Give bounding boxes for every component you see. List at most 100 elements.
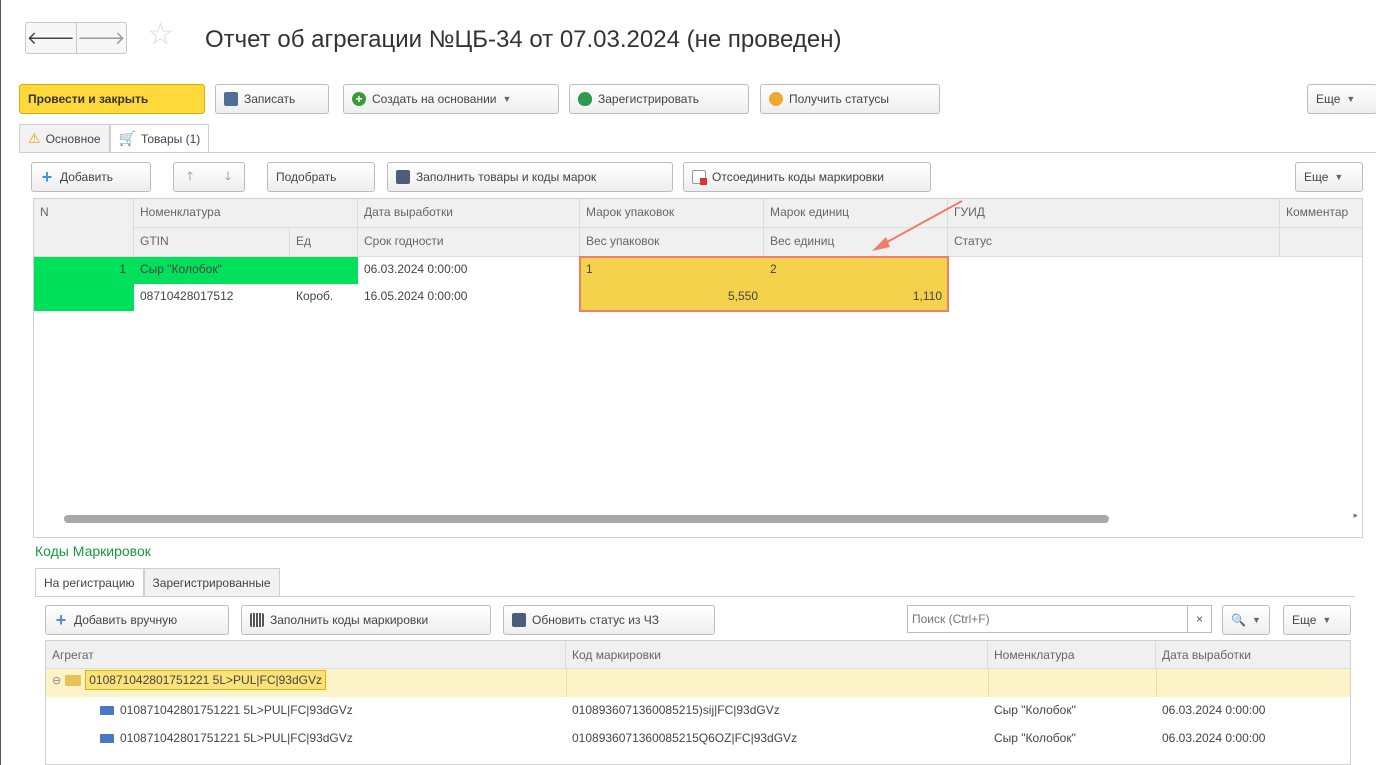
col-header-code[interactable]: Код маркировки	[566, 641, 988, 669]
arrow-down-icon[interactable]: 🡓	[225, 167, 231, 188]
col-header-status[interactable]: Статус	[948, 228, 1280, 257]
plus-icon: +	[41, 167, 53, 187]
cell-expiry[interactable]: 16.05.2024 0:00:00	[358, 284, 580, 311]
save-label: Записать	[244, 92, 296, 106]
add-manual-label: Добавить вручную	[74, 613, 178, 627]
col-header-nomenclature[interactable]: Номенклатура	[988, 641, 1156, 669]
col-header-gtin[interactable]: GTIN	[134, 228, 290, 257]
cell-date[interactable]: 06.03.2024 0:00:00	[1156, 697, 1350, 723]
cell-nomenclature[interactable]: Сыр "Колобок"	[988, 697, 1156, 723]
post-and-close-button[interactable]: Провести и закрыть	[19, 84, 205, 114]
col-header-pack-weight[interactable]: Вес упаковок	[580, 228, 764, 257]
select-button[interactable]: Подобрать	[267, 162, 375, 192]
col-header-prod-date[interactable]: Дата выработки	[1156, 641, 1350, 669]
group-aggregate-text: 010871042801751221 5L>PUL|FC|93dGVz	[85, 670, 326, 690]
plus-icon: +	[55, 610, 67, 630]
table-row[interactable]: 010871042801751221 5L>PUL|FC|93dGVz 0108…	[46, 725, 1350, 753]
scrollbar-thumb[interactable]	[64, 515, 1109, 523]
detach-codes-button[interactable]: Отсоединить коды маркировки	[683, 162, 931, 192]
update-status-button[interactable]: Обновить статус из ЧЗ	[503, 605, 715, 635]
divider	[1156, 669, 1157, 697]
tab-registered[interactable]: Зарегистрированные	[143, 568, 280, 596]
forward-arrow-icon[interactable]: 🡒	[75, 23, 127, 53]
back-arrow-icon[interactable]: 🡐	[26, 23, 76, 53]
add-row-button[interactable]: + Добавить	[31, 162, 151, 192]
cell-aggregate[interactable]: 010871042801751221 5L>PUL|FC|93dGVz	[94, 697, 566, 723]
cell-aggregate[interactable]: 010871042801751221 5L>PUL|FC|93dGVz	[94, 725, 566, 751]
refresh-status-icon	[769, 92, 783, 106]
fill-icon	[396, 170, 410, 184]
cell-gtin[interactable]: 08710428017512	[134, 284, 290, 311]
folder-icon	[65, 675, 82, 687]
search-button[interactable]: 🔍 ▼	[1222, 605, 1270, 635]
move-buttons: 🡑 🡓	[173, 162, 245, 192]
col-header-pack-marks[interactable]: Марок упаковок	[580, 199, 764, 228]
register-button[interactable]: Зарегистрировать	[569, 84, 749, 114]
qr-code-icon	[250, 613, 264, 627]
tab-goods-label: Товары (1)	[140, 131, 201, 146]
codes-tabs: На регистрацию Зарегистрированные	[35, 568, 280, 596]
col-header-n[interactable]: N	[34, 199, 134, 257]
get-statuses-button[interactable]: Получить статусы	[760, 84, 940, 114]
divider	[988, 669, 989, 697]
tab-goods[interactable]: 🛒 Товары (1)	[109, 124, 210, 152]
create-plus-icon: +	[352, 92, 366, 106]
col-header-guid[interactable]: ГУИД	[948, 199, 1280, 228]
detach-codes-label: Отсоединить коды маркировки	[712, 170, 885, 184]
col-header-comment[interactable]: Комментар	[1280, 199, 1362, 228]
register-shield-icon	[578, 92, 592, 106]
more-label: Еще	[1316, 92, 1341, 106]
save-button[interactable]: Записать	[215, 84, 329, 114]
detach-icon	[692, 170, 707, 185]
col-header-unit[interactable]: Ед	[290, 228, 358, 257]
scroll-right-icon[interactable]: ▸	[1353, 510, 1358, 521]
horizontal-scrollbar[interactable]	[44, 515, 1352, 523]
search-input[interactable]	[908, 606, 1187, 632]
section-title: Коды Маркировок	[35, 543, 151, 559]
get-statuses-label: Получить статусы	[789, 92, 889, 106]
cell-code[interactable]: 0108936071360085215Q6OZ|FC|93dGVz	[566, 725, 988, 751]
marking-code-icon	[100, 706, 114, 716]
cell-nomenclature[interactable]: Сыр "Колобок"	[988, 725, 1156, 751]
cell-prod-date[interactable]: 06.03.2024 0:00:00	[358, 257, 580, 284]
tab-main[interactable]: ⚠ Основное	[19, 124, 110, 152]
collapse-icon[interactable]: ⊖	[52, 675, 61, 687]
cell-date[interactable]: 06.03.2024 0:00:00	[1156, 725, 1350, 751]
annotation-arrow-icon	[872, 200, 963, 251]
chevron-down-icon: ▼	[1346, 94, 1356, 104]
marking-code-icon	[100, 734, 114, 744]
save-disk-icon	[224, 92, 238, 106]
fill-goods-codes-label: Заполнить товары и коды марок	[416, 170, 597, 184]
cell-nomenclature[interactable]: Сыр "Колобок"	[134, 257, 358, 284]
cell-aggregate-group[interactable]: ⊖ 010871042801751221 5L>PUL|FC|93dGVz	[46, 669, 566, 691]
arrow-up-icon[interactable]: 🡑	[187, 167, 193, 188]
more-button[interactable]: Еще ▼	[1307, 84, 1376, 114]
col-header-nomenclature[interactable]: Номенклатура	[134, 199, 358, 228]
fill-codes-button[interactable]: Заполнить коды маркировки	[241, 605, 491, 635]
cell-row-number[interactable]: 1	[34, 257, 134, 311]
add-manual-button[interactable]: + Добавить вручную	[45, 605, 229, 635]
cell-unit[interactable]: Короб.	[290, 284, 358, 311]
goods-more-button[interactable]: Еще ▼	[1295, 162, 1363, 192]
goods-table: N Номенклатура Дата выработки Марок упак…	[33, 198, 1363, 538]
col-header-aggregate[interactable]: Агрегат	[46, 641, 566, 669]
create-based-on-button[interactable]: + Создать на основании ▼	[343, 84, 559, 114]
select-label: Подобрать	[276, 170, 337, 184]
col-header-prod-date[interactable]: Дата выработки	[358, 199, 580, 228]
clear-search-icon[interactable]: ×	[1187, 606, 1211, 632]
table-row[interactable]: 010871042801751221 5L>PUL|FC|93dGVz 0108…	[46, 697, 1350, 725]
col-header-expiry[interactable]: Срок годности	[358, 228, 580, 257]
tab-registering[interactable]: На регистрацию	[35, 568, 144, 596]
tab-registered-label: Зарегистрированные	[152, 575, 271, 590]
codes-more-button[interactable]: Еще ▼	[1283, 605, 1351, 635]
register-label: Зарегистрировать	[598, 92, 699, 106]
favorite-star-icon[interactable]: ☆	[147, 20, 174, 50]
tab-registering-label: На регистрацию	[44, 575, 135, 590]
fill-goods-codes-button[interactable]: Заполнить товары и коды марок	[387, 162, 673, 192]
cell-aggregate-text: 010871042801751221 5L>PUL|FC|93dGVz	[120, 731, 353, 745]
table-row-group[interactable]: ⊖ 010871042801751221 5L>PUL|FC|93dGVz	[46, 669, 1350, 697]
cell-code[interactable]: 0108936071360085215)sij|FC|93dGVz	[566, 697, 988, 723]
search-icon: 🔍	[1231, 613, 1247, 627]
warning-icon: ⚠	[28, 130, 41, 146]
codes-tab-divider	[35, 596, 1355, 597]
